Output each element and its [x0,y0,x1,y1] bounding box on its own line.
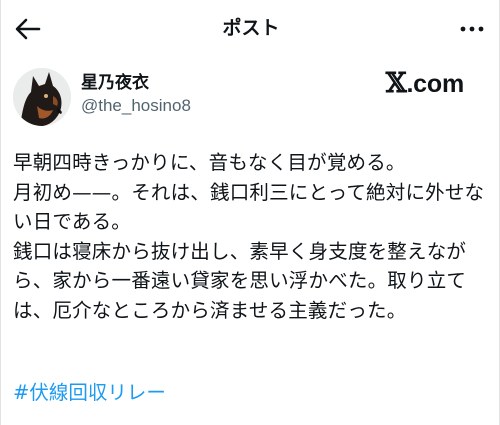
dog-avatar-icon [13,68,71,126]
top-bar: ポスト [1,0,500,58]
x-com-logo: 𝕏.com [385,68,465,100]
more-button[interactable] [457,16,487,42]
hashtag-link[interactable]: #伏線回収リレー [13,378,166,407]
page-title: ポスト [222,17,280,39]
tweet-text: 早朝四時きっかりに、音もなく目が覚める。 月初め——。それは、銭口利三にとって絶… [13,151,485,322]
x-logo-suffix: .com [406,70,464,98]
author-display-name[interactable]: 星乃夜衣 [81,72,149,94]
more-horizontal-icon [460,26,484,32]
x-logo-mark: 𝕏 [385,68,407,99]
author-handle[interactable]: @the_hosino8 [81,95,191,117]
avatar[interactable] [13,68,71,126]
